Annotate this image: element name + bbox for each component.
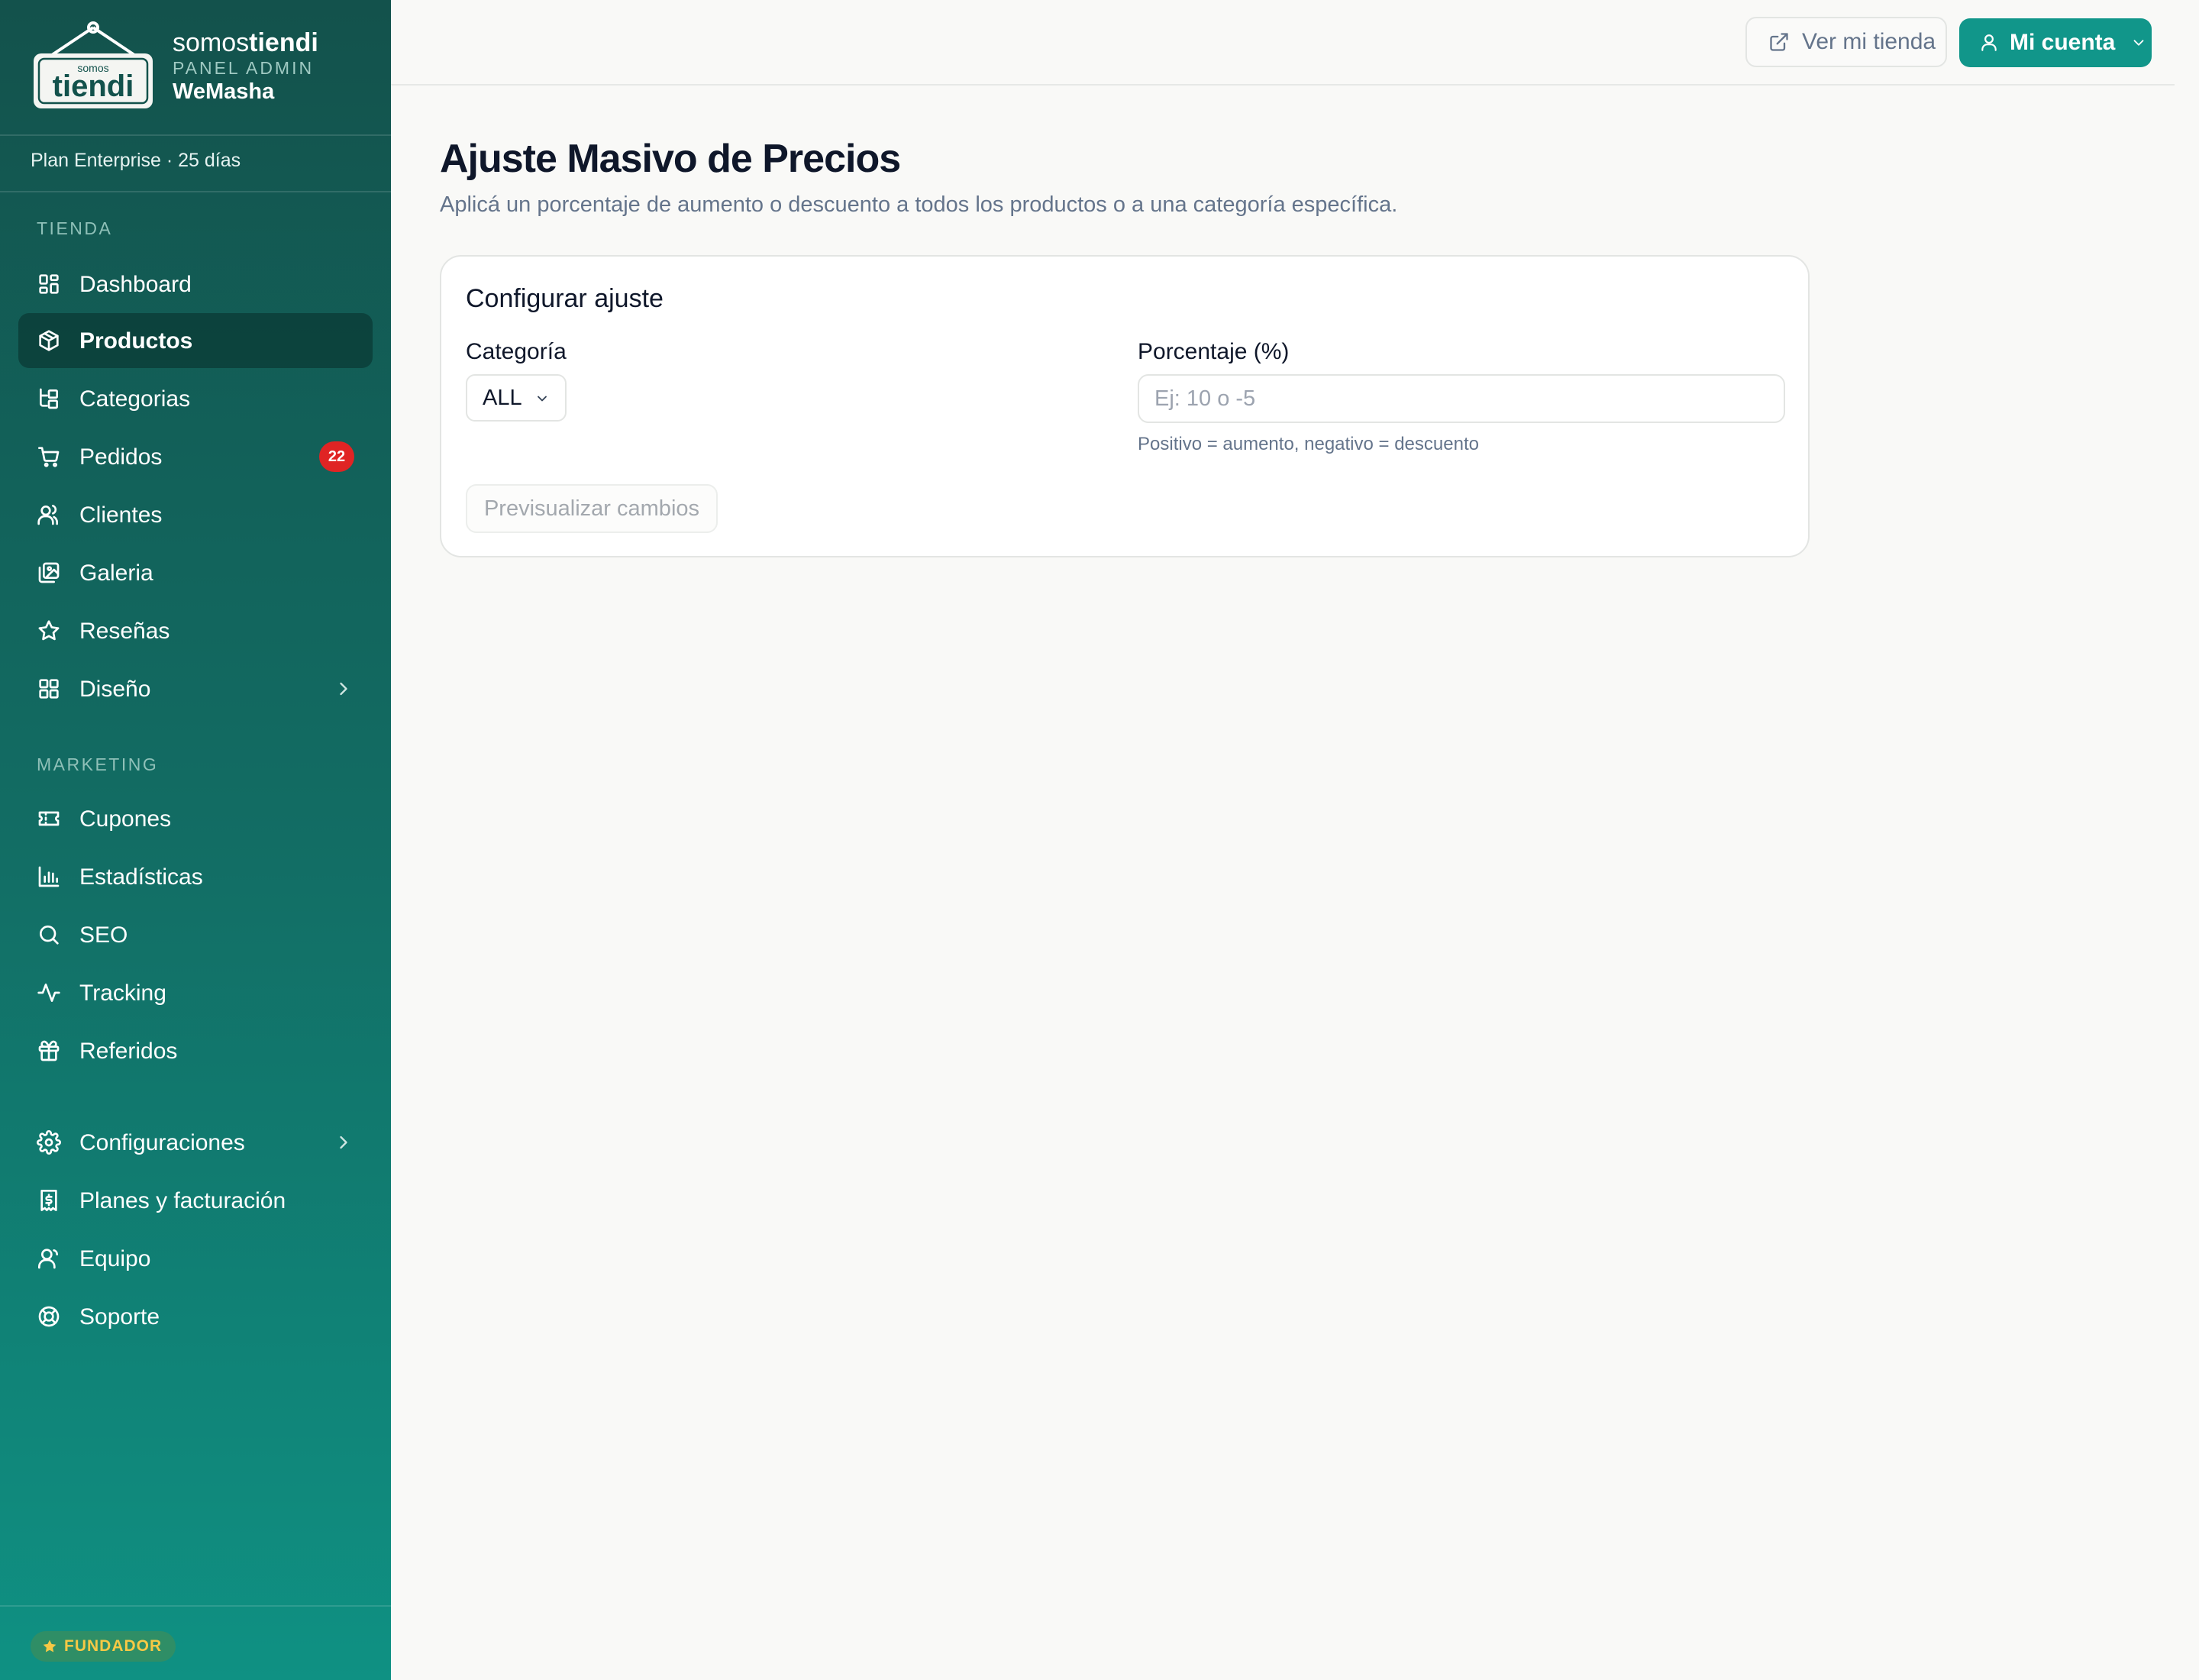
sidebar-item-label: Pedidos xyxy=(79,444,163,470)
preview-button-label: Previsualizar cambios xyxy=(483,496,700,521)
sidebar-item-dashboard[interactable]: Dashboard xyxy=(18,257,373,312)
sidebar-item-label: SEO xyxy=(79,922,128,948)
sidebar-item-label: Estadísticas xyxy=(79,864,203,890)
sidebar-item-resenas[interactable]: Reseñas xyxy=(18,603,373,658)
founder-label: FUNDADOR xyxy=(64,1637,163,1655)
store-name: WeMasha xyxy=(173,79,275,104)
page-subtitle: Aplicá un porcentaje de aumento o descue… xyxy=(440,192,1398,217)
lifebuoy-icon xyxy=(37,1304,61,1329)
category-label: Categoría xyxy=(466,339,567,364)
percent-hint: Positivo = aumento, negativo = descuento xyxy=(1138,434,1479,454)
gear-icon xyxy=(37,1130,61,1155)
activity-icon xyxy=(37,981,61,1005)
package-icon xyxy=(37,328,61,353)
sidebar-item-label: Categorias xyxy=(79,386,191,412)
sidebar-item-label: Planes y facturación xyxy=(79,1188,286,1213)
brand[interactable]: somos tiendi somostiendi PANEL ADMIN WeM… xyxy=(31,21,382,115)
view-store-button[interactable]: Ver mi tienda xyxy=(1745,17,1947,67)
sidebar-item-label: Equipo xyxy=(79,1246,151,1271)
chevron-down-icon xyxy=(2133,40,2144,46)
sidebar-item-label: Configuraciones xyxy=(79,1130,245,1155)
preview-changes-button[interactable]: Previsualizar cambios xyxy=(466,484,718,533)
panel-label: PANEL ADMIN xyxy=(173,58,315,78)
divider xyxy=(0,134,391,136)
bar-chart-icon xyxy=(37,864,61,889)
brand-name: somostiendi xyxy=(173,28,318,57)
star-icon xyxy=(43,1640,57,1653)
cart-icon xyxy=(37,444,61,469)
user-group-icon xyxy=(37,1246,61,1271)
user-icon xyxy=(1981,34,1997,51)
sidebar-item-label: Reseñas xyxy=(79,619,170,644)
sidebar-item-equipo[interactable]: Equipo xyxy=(18,1231,373,1286)
sidebar-item-label: Tracking xyxy=(79,981,166,1006)
grid-icon xyxy=(37,272,61,296)
sidebar-item-estadisticas[interactable]: Estadísticas xyxy=(18,849,373,904)
sidebar-item-label: Productos xyxy=(79,328,193,354)
sidebar-item-seo[interactable]: SEO xyxy=(18,907,373,962)
sidebar-item-referidos[interactable]: Referidos xyxy=(18,1023,373,1078)
card-title: Configurar ajuste xyxy=(466,284,664,313)
view-store-label: Ver mi tienda xyxy=(1802,29,1936,54)
chevron-down-icon xyxy=(538,396,547,402)
orders-count-badge: 22 xyxy=(319,441,354,472)
somostiendi-logo: somos tiendi xyxy=(34,21,153,108)
category-selected-value: ALL xyxy=(483,385,522,410)
gift-icon xyxy=(37,1039,61,1063)
category-select[interactable]: ALL xyxy=(466,374,567,422)
chevron-right-icon xyxy=(333,1132,354,1153)
sidebar-item-tracking[interactable]: Tracking xyxy=(18,965,373,1020)
sidebar-item-label: Soporte xyxy=(79,1304,160,1329)
section-title-tienda: TIENDA xyxy=(37,218,113,238)
sidebar-item-galeria[interactable]: Galeria xyxy=(18,545,373,600)
sidebar-item-label: Cupones xyxy=(79,806,172,832)
section-title-marketing: MARKETING xyxy=(37,754,159,774)
page-title: Ajuste Masivo de Precios xyxy=(440,137,901,181)
percent-input[interactable] xyxy=(1138,374,1785,423)
account-label: Mi cuenta xyxy=(2010,30,2116,55)
search-icon xyxy=(37,922,61,947)
sidebar-item-planes[interactable]: Planes y facturación xyxy=(18,1173,373,1228)
sidebar: somos tiendi somostiendi PANEL ADMIN WeM… xyxy=(0,0,391,1680)
external-link-icon xyxy=(1770,33,1788,51)
sidebar-item-label: Clientes xyxy=(79,502,163,528)
images-icon xyxy=(37,561,61,585)
chevron-right-icon xyxy=(333,678,354,699)
plan-info: Plan Enterprise · 25 días xyxy=(31,150,241,171)
sidebar-item-label: Referidos xyxy=(79,1039,178,1064)
sidebar-item-categorias[interactable]: Categorias xyxy=(18,371,373,426)
sidebar-item-diseno[interactable]: Diseño xyxy=(18,661,373,716)
receipt-icon xyxy=(37,1188,61,1213)
sidebar-item-label: Dashboard xyxy=(79,272,192,297)
account-menu-button[interactable]: Mi cuenta xyxy=(1959,18,2152,67)
divider xyxy=(0,191,391,192)
tree-icon xyxy=(37,386,61,411)
topbar: Ver mi tienda Mi cuenta xyxy=(391,0,2175,86)
sidebar-item-soporte[interactable]: Soporte xyxy=(18,1289,373,1344)
divider xyxy=(0,1605,391,1607)
sidebar-item-label: Galeria xyxy=(79,561,153,586)
ticket-icon xyxy=(37,806,61,831)
founder-badge: FUNDADOR xyxy=(31,1631,176,1662)
sidebar-item-clientes[interactable]: Clientes xyxy=(18,487,373,542)
sidebar-item-productos[interactable]: Productos xyxy=(18,313,373,368)
adjust-config-card: Configurar ajuste Categoría ALL Porcenta… xyxy=(440,255,1810,557)
sidebar-item-configuraciones[interactable]: Configuraciones xyxy=(18,1115,373,1170)
svg-text:tiendi: tiendi xyxy=(53,69,134,103)
sidebar-item-cupones[interactable]: Cupones xyxy=(18,791,373,846)
percent-label: Porcentaje (%) xyxy=(1138,339,1290,364)
users-icon xyxy=(37,502,61,527)
sidebar-item-label: Diseño xyxy=(79,677,151,702)
sidebar-item-pedidos[interactable]: Pedidos 22 xyxy=(18,429,373,484)
layout-icon xyxy=(37,677,61,701)
star-icon xyxy=(37,619,61,643)
